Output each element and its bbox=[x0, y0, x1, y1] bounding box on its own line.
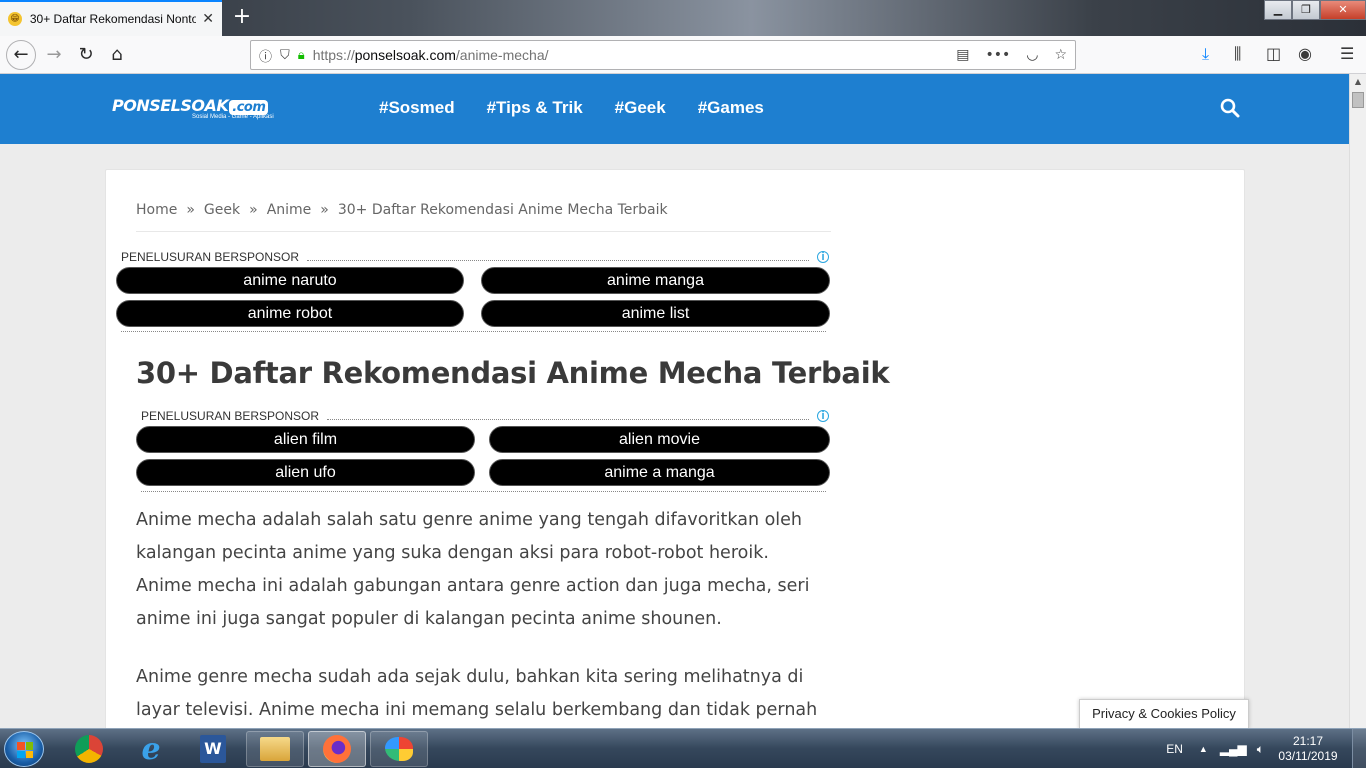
back-button[interactable]: ← bbox=[6, 40, 36, 70]
taskbar: e W EN ▲ ▂▄▆ 🔈︎ 21:17 03/11/2019 bbox=[0, 728, 1366, 768]
privacy-cookies-button[interactable]: Privacy & Cookies Policy bbox=[1079, 699, 1249, 729]
sponsored-link[interactable]: anime a manga bbox=[489, 459, 830, 486]
content-card: Home» Geek» Anime» 30+ Daftar Rekomendasi A… bbox=[105, 169, 1245, 768]
breadcrumb-anime[interactable]: Anime bbox=[267, 202, 312, 218]
sponsored-link[interactable]: anime robot bbox=[116, 300, 464, 327]
explorer-icon[interactable] bbox=[246, 731, 304, 767]
network-icon[interactable]: ▂▄▆ bbox=[1220, 742, 1247, 756]
browser-toolbar: ← → ↻ ⌂ ⓘ ⛉ 🔒︎ https://ponselsoak.com/an… bbox=[0, 36, 1366, 74]
lock-icon[interactable]: 🔒︎ bbox=[298, 48, 305, 63]
site-logo[interactable]: PONSELSOAK .com bbox=[112, 96, 269, 115]
forward-button[interactable]: → bbox=[40, 41, 68, 69]
bookmark-star-icon[interactable]: ☆ bbox=[1054, 47, 1067, 63]
show-hidden-icons-icon[interactable]: ▲ bbox=[1199, 744, 1208, 754]
search-icon[interactable] bbox=[1220, 98, 1240, 118]
sponsored-link[interactable]: alien ufo bbox=[136, 459, 475, 486]
breadcrumb: Home» Geek» Anime» 30+ Daftar Rekomendasi A… bbox=[136, 202, 668, 218]
pocket-icon[interactable]: ◡ bbox=[1026, 47, 1038, 63]
sponsored-link[interactable]: anime list bbox=[481, 300, 830, 327]
library-icon[interactable]: ⫼ bbox=[1234, 44, 1241, 64]
url-bar[interactable]: ⓘ ⛉ 🔒︎ https://ponselsoak.com/anime-mech… bbox=[250, 40, 1076, 70]
site-tagline: Sosial Media - Game - Aplikasi bbox=[192, 114, 274, 120]
article-paragraph: Anime mecha adalah salah satu genre anim… bbox=[136, 510, 810, 629]
close-tab-icon[interactable]: ✕ bbox=[202, 11, 214, 27]
main-nav: #Sosmed #Tips & Trik #Geek #Games bbox=[379, 98, 764, 118]
url-text[interactable]: https://ponselsoak.com/anime-mecha/ bbox=[313, 47, 549, 63]
breadcrumb-current: 30+ Daftar Rekomendasi Anime Mecha Terba… bbox=[337, 202, 668, 218]
home-button[interactable]: ⌂ bbox=[103, 41, 131, 69]
info-icon[interactable]: ⓘ bbox=[259, 46, 272, 65]
system-tray: EN ▲ ▂▄▆ 🔈︎ 21:17 03/11/2019 bbox=[1166, 729, 1366, 768]
breadcrumb-home[interactable]: Home bbox=[136, 202, 177, 218]
divider bbox=[136, 231, 831, 232]
sidebar-icon[interactable]: ◫ bbox=[1266, 44, 1281, 63]
browser-tab-active[interactable]: 😁 30+ Daftar Rekomendasi Nonton ✕ bbox=[0, 0, 222, 36]
sponsored-link[interactable]: alien film bbox=[136, 426, 475, 453]
ie-icon[interactable]: e bbox=[122, 731, 180, 767]
tab-title: 30+ Daftar Rekomendasi Nonton bbox=[29, 12, 197, 26]
sponsored-link[interactable]: anime manga bbox=[481, 267, 830, 294]
download-icon[interactable]: ⤓ bbox=[1202, 44, 1209, 64]
minimize-button[interactable]: ▁ bbox=[1264, 0, 1292, 20]
chrome-icon[interactable] bbox=[60, 731, 118, 767]
nav-games[interactable]: #Games bbox=[698, 98, 764, 118]
site-favicon-icon: 😁 bbox=[8, 12, 22, 26]
window-controls: ▁ ❐ ✕ bbox=[1264, 0, 1366, 20]
ad-info-icon[interactable]: i bbox=[817, 410, 829, 422]
page-scrollbar[interactable]: ▲ bbox=[1349, 74, 1366, 728]
site-header: PONSELSOAK .com Sosial Media - Game - Apl… bbox=[0, 74, 1349, 144]
menu-icon[interactable]: ☰ bbox=[1340, 44, 1354, 63]
language-indicator[interactable]: EN bbox=[1166, 742, 1183, 756]
clock-date: 03/11/2019 bbox=[1278, 749, 1338, 763]
page-actions-icon[interactable]: ••• bbox=[985, 47, 1010, 63]
sponsored-divider bbox=[141, 491, 826, 492]
clock[interactable]: 21:17 03/11/2019 bbox=[1270, 734, 1346, 764]
nav-sosmed[interactable]: #Sosmed bbox=[379, 98, 455, 118]
firefox-icon[interactable] bbox=[308, 731, 366, 767]
new-tab-button[interactable]: + bbox=[230, 5, 254, 29]
breadcrumb-geek[interactable]: Geek bbox=[204, 202, 240, 218]
sponsored-heading: PENELUSURAN BERSPONSOR i bbox=[121, 250, 829, 264]
start-button[interactable] bbox=[4, 731, 44, 767]
article-title: 30+ Daftar Rekomendasi Anime Mecha Terba… bbox=[136, 356, 890, 390]
sponsored-heading: PENELUSURAN BERSPONSOR i bbox=[141, 409, 829, 423]
sponsored-link[interactable]: alien movie bbox=[489, 426, 830, 453]
clock-time: 21:17 bbox=[1292, 734, 1324, 748]
close-window-button[interactable]: ✕ bbox=[1320, 0, 1366, 20]
word-icon[interactable]: W bbox=[184, 731, 242, 767]
scroll-thumb[interactable] bbox=[1352, 92, 1364, 108]
reload-button[interactable]: ↻ bbox=[72, 41, 100, 69]
nav-geek[interactable]: #Geek bbox=[615, 98, 666, 118]
shield-icon[interactable]: ⛉ bbox=[280, 48, 290, 63]
sponsored-divider bbox=[121, 331, 826, 332]
windows-logo-icon bbox=[17, 742, 33, 758]
show-desktop-button[interactable] bbox=[1352, 729, 1366, 768]
scroll-up-arrow-icon[interactable]: ▲ bbox=[1350, 74, 1366, 90]
sponsored-link[interactable]: anime naruto bbox=[116, 267, 464, 294]
maximize-button[interactable]: ❐ bbox=[1292, 0, 1320, 20]
account-icon[interactable]: ◉ bbox=[1298, 44, 1312, 63]
reader-view-icon[interactable]: ▤ bbox=[956, 47, 969, 63]
ad-info-icon[interactable]: i bbox=[817, 251, 829, 263]
nav-tips-trik[interactable]: #Tips & Trik bbox=[487, 98, 583, 118]
paint-icon[interactable] bbox=[370, 731, 428, 767]
volume-icon[interactable]: 🔈︎ bbox=[1257, 742, 1264, 757]
browser-tab-strip: 😁 30+ Daftar Rekomendasi Nonton ✕ + ▁ ❐ … bbox=[0, 0, 1366, 36]
